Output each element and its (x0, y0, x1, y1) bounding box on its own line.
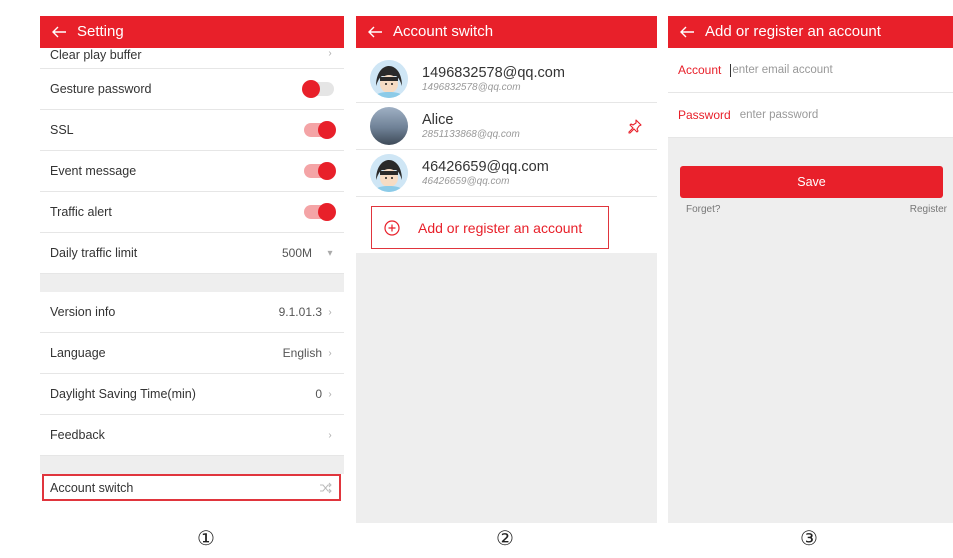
event-message-toggle[interactable] (304, 162, 336, 180)
traffic-alert-toggle[interactable] (304, 203, 336, 221)
pin-icon[interactable] (627, 118, 643, 134)
add-account-button[interactable]: Add or register an account (371, 206, 609, 249)
forget-link[interactable]: Forget? (686, 204, 720, 215)
language-value: English (282, 346, 322, 360)
row-language[interactable]: Language English › (40, 333, 344, 374)
row-label: Daylight Saving Time(min) (50, 387, 196, 401)
account-name: 1496832578@qq.com (422, 64, 565, 81)
account-item[interactable]: 46426659@qq.com 46426659@qq.com (356, 150, 657, 197)
row-label: Account switch (50, 480, 134, 495)
account-label: Account (678, 63, 722, 77)
row-ssl: SSL (40, 110, 344, 151)
row-feedback[interactable]: Feedback › (40, 415, 344, 456)
row-daylight-saving[interactable]: Daylight Saving Time(min) 0 › (40, 374, 344, 415)
row-label: Event message (50, 164, 137, 178)
account-email: 1496832578@qq.com (422, 81, 521, 93)
ssl-toggle[interactable] (304, 121, 336, 139)
step-number: ③ (800, 526, 818, 550)
row-event-message: Event message (40, 151, 344, 192)
account-name: 46426659@qq.com (422, 158, 549, 175)
section-divider (40, 456, 344, 474)
account-input[interactable]: enter email account (732, 64, 832, 76)
chevron-right-icon: › (328, 306, 332, 318)
account-item[interactable]: 1496832578@qq.com 1496832578@qq.com (356, 56, 657, 103)
daily-traffic-value: 500M (281, 246, 312, 260)
step-number: ② (496, 526, 514, 550)
row-gesture-password: Gesture password (40, 69, 344, 110)
account-field[interactable]: Account enter email account (668, 48, 953, 93)
password-field[interactable]: Password enter password (668, 93, 953, 138)
account-item[interactable]: Alice 2851133868@qq.com (356, 103, 657, 150)
row-label: Traffic alert (50, 205, 112, 219)
account-email: 46426659@qq.com (422, 175, 510, 187)
add-account-app-bar: Add or register an account (668, 16, 953, 48)
row-label: Version info (50, 305, 116, 319)
row-label: Gesture password (50, 82, 152, 96)
page-title: Setting (77, 23, 124, 40)
dropdown-caret-icon: ▾ (327, 247, 333, 259)
shuffle-icon (320, 482, 332, 493)
row-label: SSL (50, 123, 74, 137)
settings-screen: Setting Clear play buffer › Gesture pass… (40, 16, 344, 523)
account-switch-row[interactable]: Account switch (42, 474, 341, 501)
section-divider (40, 274, 344, 292)
chevron-right-icon: › (328, 347, 332, 359)
account-name: Alice (422, 111, 454, 128)
back-arrow-icon[interactable] (51, 24, 67, 40)
back-arrow-icon[interactable] (367, 24, 383, 40)
avatar (370, 154, 408, 192)
dst-value: 0 (315, 387, 322, 401)
save-button[interactable]: Save (680, 166, 943, 198)
row-label: Language (50, 346, 106, 360)
back-arrow-icon[interactable] (679, 24, 695, 40)
row-label: Clear play buffer (50, 48, 142, 62)
chevron-right-icon: › (328, 429, 332, 441)
chevron-right-icon: › (328, 388, 332, 400)
version-value: 9.1.01.3 (278, 305, 322, 319)
row-version-info[interactable]: Version info 9.1.01.3 › (40, 292, 344, 333)
account-switch-screen: Account switch 1496832578@qq.com 1496832… (356, 16, 657, 523)
page-title: Add or register an account (705, 23, 881, 40)
avatar (370, 107, 408, 145)
avatar (370, 60, 408, 98)
row-traffic-alert: Traffic alert (40, 192, 344, 233)
row-daily-traffic-limit[interactable]: Daily traffic limit 500M ▾ (40, 233, 344, 274)
add-account-section: Add or register an account (356, 197, 657, 253)
chevron-right-icon: › (328, 48, 332, 59)
password-label: Password (678, 108, 731, 122)
cartoon-face-icon (370, 60, 408, 98)
page-title: Account switch (393, 23, 494, 40)
add-circle-icon (384, 219, 400, 236)
row-label: Feedback (50, 428, 105, 442)
row-label: Daily traffic limit (50, 246, 138, 260)
cartoon-face-icon (370, 154, 408, 192)
account-email: 2851133868@qq.com (422, 128, 520, 140)
gesture-password-toggle[interactable] (302, 80, 334, 98)
text-cursor (730, 63, 732, 77)
row-clear-play-buffer[interactable]: Clear play buffer › (40, 48, 344, 69)
settings-app-bar: Setting (40, 16, 344, 48)
form-links: Forget? Register (668, 198, 953, 215)
password-input[interactable]: enter password (740, 109, 819, 121)
add-account-label: Add or register an account (418, 219, 583, 236)
register-link[interactable]: Register (910, 204, 947, 215)
add-account-screen: Add or register an account Account enter… (668, 16, 953, 523)
account-switch-app-bar: Account switch (356, 16, 657, 48)
step-number: ① (197, 526, 215, 550)
